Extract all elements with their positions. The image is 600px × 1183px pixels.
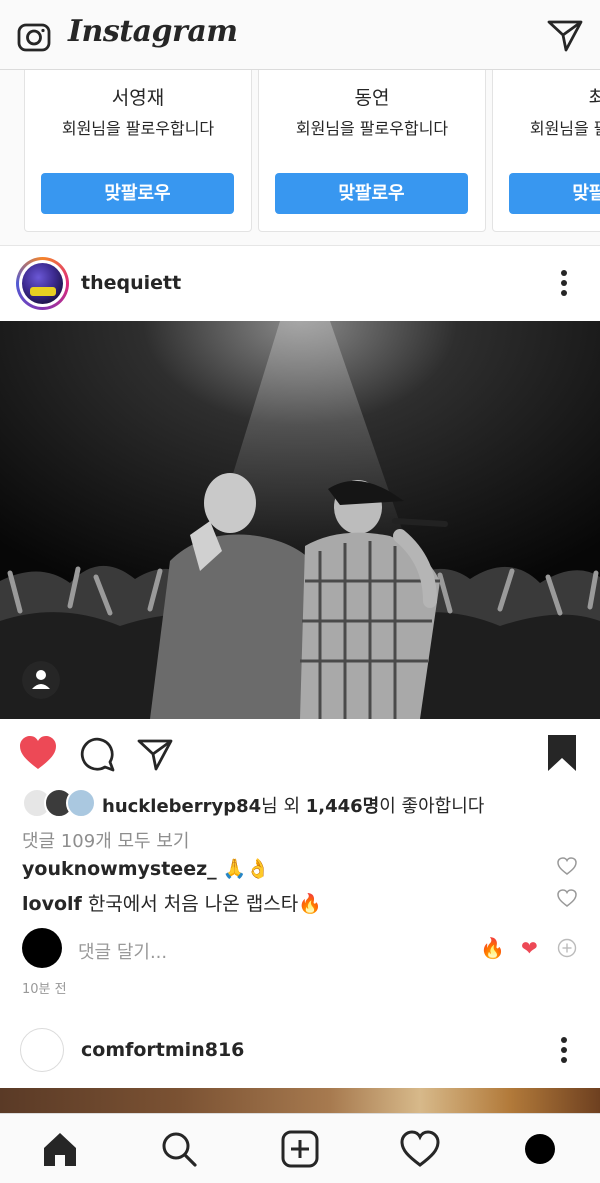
suggestion-card: 최영 회원님을 팔로우합니다 맞팔로우 xyxy=(492,70,600,232)
suggestion-name: 최영 xyxy=(493,83,600,110)
more-options-icon[interactable] xyxy=(554,1035,574,1065)
share-icon[interactable] xyxy=(136,735,174,773)
avatar xyxy=(66,788,96,818)
follow-back-button[interactable]: 맞팔로우 xyxy=(275,173,468,214)
comment: youknowmysteez_ 🙏👌 xyxy=(22,857,270,880)
add-reaction-icon[interactable] xyxy=(557,938,577,958)
comment-username[interactable]: lovolf xyxy=(22,893,82,915)
new-post-icon[interactable] xyxy=(280,1129,320,1169)
likes-text: 님 외 xyxy=(261,796,306,817)
camera-icon[interactable] xyxy=(16,18,52,54)
liker-username[interactable]: huckleberryp84 xyxy=(102,796,261,817)
activity-heart-icon[interactable] xyxy=(400,1129,440,1169)
suggestion-card: 동연 회원님을 팔로우합니다 맞팔로우 xyxy=(258,70,486,232)
comment-username[interactable]: youknowmysteez_ xyxy=(22,858,217,880)
tagged-people-icon[interactable] xyxy=(22,661,60,699)
like-heart-icon[interactable] xyxy=(18,735,58,771)
add-comment-input[interactable]: 댓글 달기... xyxy=(78,938,167,964)
bottom-navigation xyxy=(0,1113,600,1183)
suggestion-subtitle: 회원님을 팔로우합니다 xyxy=(61,119,215,138)
post-timestamp: 10분 전 xyxy=(22,982,67,997)
comment-text: 🙏👌 xyxy=(222,858,271,880)
search-icon[interactable] xyxy=(159,1129,199,1169)
instagram-logo: Instagram xyxy=(68,14,238,49)
suggestion-subtitle: 회원님을 팔로우합니다 xyxy=(295,119,449,138)
comment-like-heart-icon[interactable] xyxy=(557,857,577,875)
likes-suffix: 이 좋아합니다 xyxy=(379,796,485,817)
avatar-image xyxy=(22,263,63,304)
likers-avatars[interactable] xyxy=(22,788,98,818)
suggestion-card: 서영재 회원님을 팔로우합니다 맞팔로우 xyxy=(24,70,252,232)
post-username[interactable]: thequiett xyxy=(81,272,181,294)
more-options-icon[interactable] xyxy=(554,268,574,298)
suggestion-subtitle: 회원님을 팔로우합니다 xyxy=(529,119,600,138)
suggestion-name: 서영재 xyxy=(111,87,165,109)
quick-reaction-heart[interactable]: ❤ xyxy=(521,936,538,960)
view-all-comments-link[interactable]: 댓글 109개 모두 보기 xyxy=(22,827,189,853)
post-header: thequiett xyxy=(0,246,600,321)
home-icon[interactable] xyxy=(40,1129,80,1169)
follow-back-button[interactable]: 맞팔로우 xyxy=(41,173,234,214)
post-photo[interactable] xyxy=(0,321,600,719)
concert-photo xyxy=(0,321,600,719)
comment-like-heart-icon[interactable] xyxy=(557,889,577,907)
avatar[interactable] xyxy=(20,1028,64,1072)
comment: lovolf 한국에서 처음 나온 랩스타🔥 xyxy=(22,889,322,916)
comment-icon[interactable] xyxy=(78,735,116,773)
paper-plane-icon[interactable] xyxy=(546,16,584,54)
likes-count[interactable]: 1,446명 xyxy=(306,796,380,817)
top-bar: Instagram xyxy=(0,0,600,70)
post-username[interactable]: comfortmin816 xyxy=(81,1039,244,1061)
comment-text: 한국에서 처음 나온 랩스타🔥 xyxy=(87,893,322,915)
suggestion-name: 동연 xyxy=(354,87,390,109)
likes-summary[interactable]: huckleberryp84님 외 1,446명이 좋아합니다 xyxy=(102,792,484,818)
bookmark-icon[interactable] xyxy=(546,735,578,771)
follow-suggestions: 서영재 회원님을 팔로우합니다 맞팔로우 동연 회원님을 팔로우합니다 맞팔로우… xyxy=(0,70,600,246)
quick-reaction-fire[interactable]: 🔥 xyxy=(480,936,505,960)
my-avatar xyxy=(22,928,62,968)
avatar[interactable] xyxy=(16,257,69,310)
profile-icon[interactable] xyxy=(520,1129,560,1169)
follow-back-button[interactable]: 맞팔로우 xyxy=(509,173,600,214)
